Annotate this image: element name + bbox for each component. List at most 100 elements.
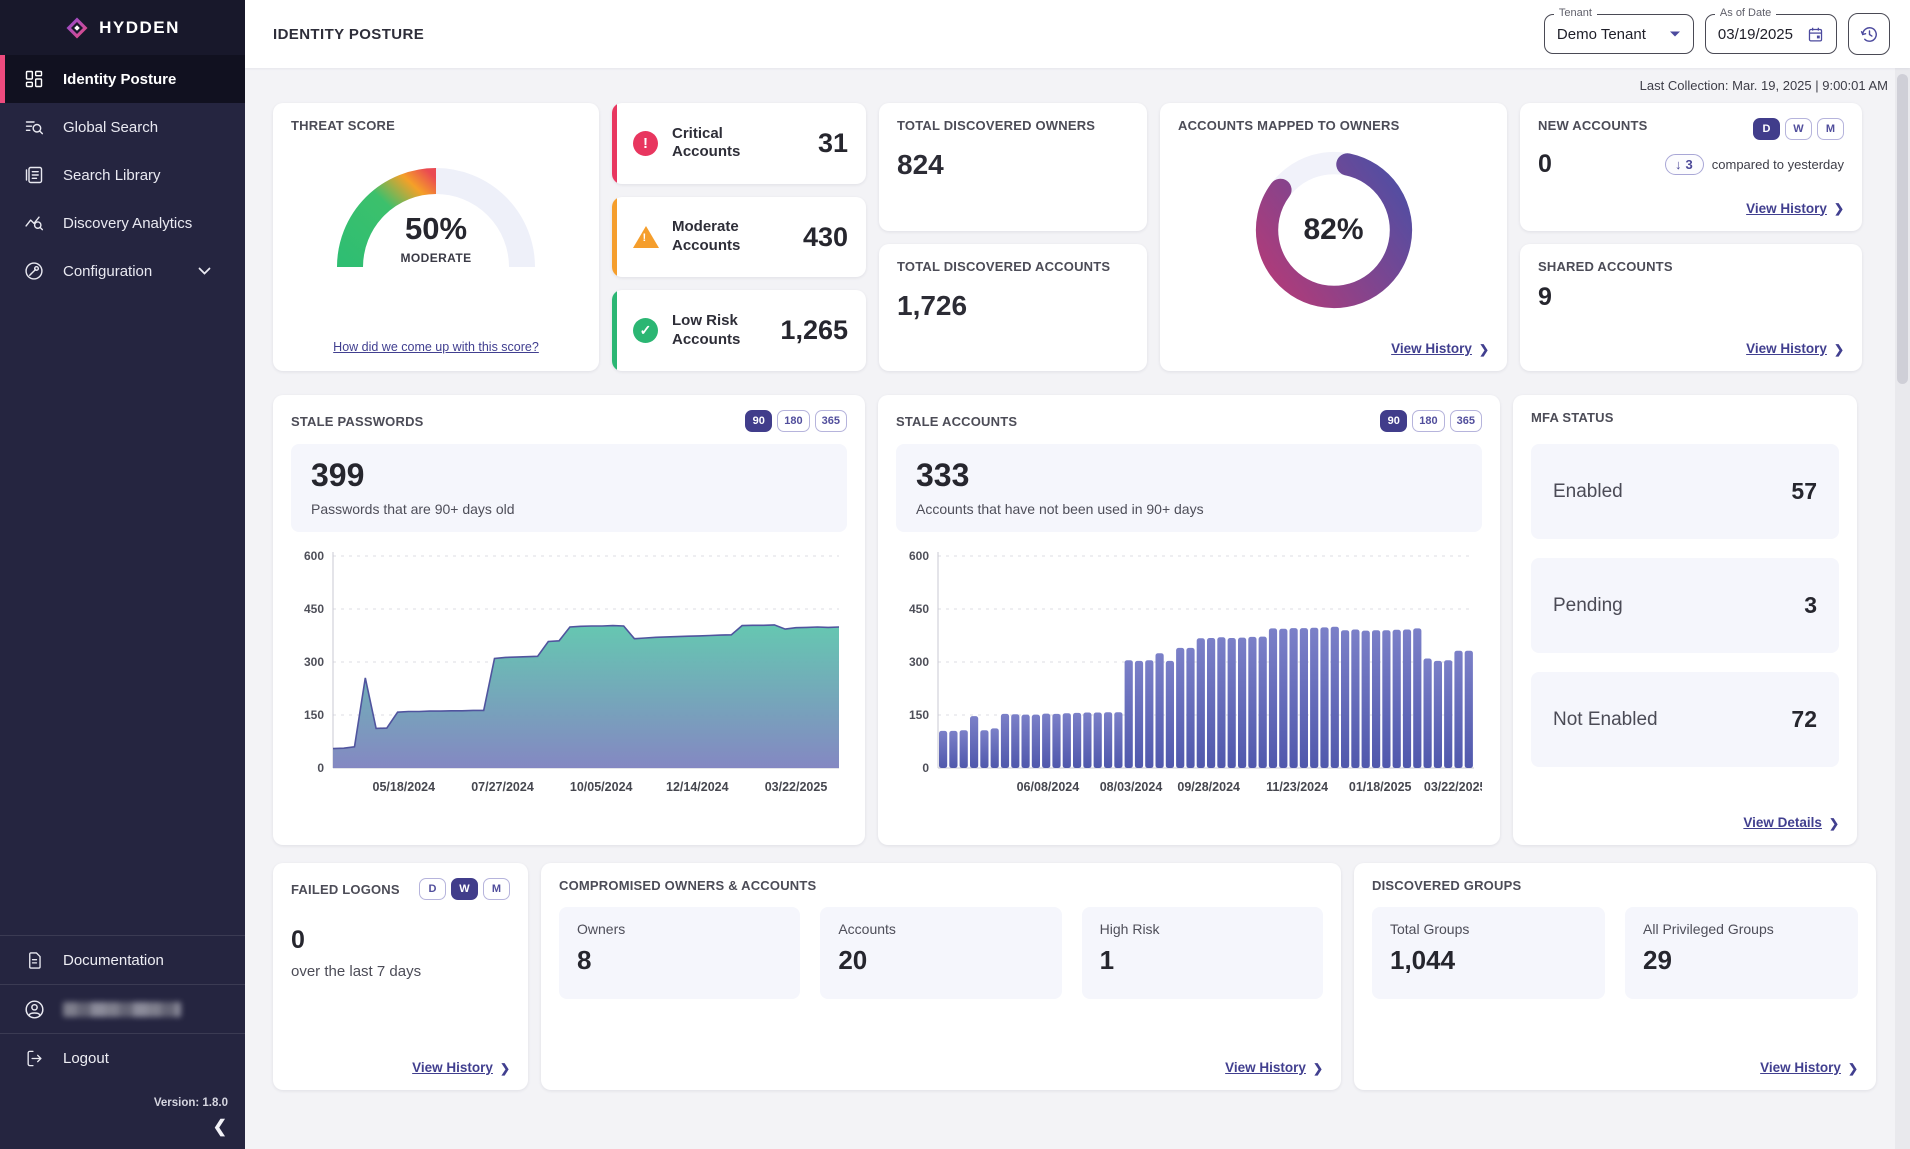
history-button[interactable] [1848, 13, 1890, 55]
stale-accounts-title: STALE ACCOUNTS [896, 414, 1017, 429]
nav-label: Global Search [63, 119, 158, 136]
toggle-180-button[interactable]: 180 [1412, 410, 1444, 432]
sidebar-item-configuration[interactable]: Configuration [0, 247, 245, 295]
toggle-365-button[interactable]: 365 [1450, 410, 1482, 432]
main-area: IDENTITY POSTURE Tenant Demo Tenant As o… [245, 0, 1910, 1149]
svg-text:03/22/2025: 03/22/2025 [1424, 780, 1482, 794]
stale-passwords-subtitle: Passwords that are 90+ days old [311, 501, 827, 517]
toggle-month-button[interactable]: M [483, 878, 510, 900]
page-title: IDENTITY POSTURE [273, 26, 424, 43]
calendar-icon[interactable] [1807, 26, 1824, 43]
toggle-day-button[interactable]: D [419, 878, 446, 900]
total-groups-box: Total Groups 1,044 [1372, 907, 1605, 999]
total-accounts-value: 1,726 [897, 290, 1129, 322]
app-logo: HYDDEN [0, 0, 245, 55]
new-accounts-view-history-link[interactable]: View History ❯ [1746, 201, 1844, 216]
dashboard-icon [23, 68, 45, 90]
app-root: HYDDEN Identity Posture Global Search Se… [0, 0, 1910, 1149]
toggle-week-button[interactable]: W [1785, 118, 1812, 140]
nav-label: Search Library [63, 167, 161, 184]
view-history-label: View History [1225, 1060, 1306, 1075]
failed-logons-title: FAILED LOGONS [291, 882, 400, 897]
dropdown-arrow-icon [1669, 30, 1681, 38]
failed-logons-view-history-link[interactable]: View History ❯ [412, 1060, 510, 1075]
top-bar: IDENTITY POSTURE Tenant Demo Tenant As o… [245, 0, 1910, 68]
groups-view-history-link[interactable]: View History ❯ [1760, 1060, 1858, 1075]
stale-accounts-bar-chart: 015030045060006/08/202408/03/202409/28/2… [896, 544, 1482, 798]
sidebar-item-search-library[interactable]: Search Library [0, 151, 245, 199]
sidebar-item-global-search[interactable]: Global Search [0, 103, 245, 151]
shared-accounts-view-history-link[interactable]: View History ❯ [1746, 341, 1844, 356]
toggle-180-button[interactable]: 180 [777, 410, 809, 432]
discovered-groups-card: DISCOVERED GROUPS Total Groups 1,044 All… [1354, 863, 1876, 1090]
scrollbar-thumb[interactable] [1897, 74, 1908, 384]
stale-passwords-title: STALE PASSWORDS [291, 414, 424, 429]
low-risk-accounts-label: Low Risk Accounts [672, 312, 767, 350]
privileged-groups-label: All Privileged Groups [1643, 921, 1840, 937]
library-icon [23, 164, 45, 186]
toggle-week-button[interactable]: W [451, 878, 478, 900]
moderate-accounts-card: Moderate Accounts 430 [612, 197, 866, 278]
as-of-date-value: 03/19/2025 [1718, 26, 1793, 43]
privileged-groups-box: All Privileged Groups 29 [1625, 907, 1858, 999]
nav-label: Configuration [63, 263, 152, 280]
svg-text:10/05/2024: 10/05/2024 [570, 780, 633, 794]
stale-accounts-value: 333 [916, 457, 1462, 494]
new-accounts-period-toggle: D W M [1753, 118, 1844, 140]
compromised-accounts-box: Accounts 20 [820, 907, 1061, 999]
moderate-accounts-label: Moderate Accounts [672, 218, 790, 256]
accounts-mapped-view-history-link[interactable]: View History ❯ [1391, 341, 1489, 356]
view-history-label: View History [1746, 341, 1827, 356]
compromised-view-history-link[interactable]: View History ❯ [1225, 1060, 1323, 1075]
failed-logons-subtitle: over the last 7 days [291, 963, 510, 980]
critical-accounts-label: Critical Accounts [672, 125, 790, 163]
mfa-status-title: MFA STATUS [1531, 410, 1839, 425]
new-accounts-value: 0 [1538, 150, 1552, 179]
app-title: HYDDEN [99, 18, 180, 38]
toggle-365-button[interactable]: 365 [815, 410, 847, 432]
scrollbar[interactable] [1895, 68, 1910, 1149]
mfa-view-details-link[interactable]: View Details ❯ [1743, 815, 1839, 830]
stale-accounts-summary: 333 Accounts that have not been used in … [896, 444, 1482, 532]
threat-score-explainer-link[interactable]: How did we come up with this score? [291, 340, 581, 356]
toggle-day-button[interactable]: D [1753, 118, 1780, 140]
sidebar-item-documentation[interactable]: Documentation [0, 935, 245, 984]
stale-passwords-value: 399 [311, 457, 827, 494]
svg-text:12/14/2024: 12/14/2024 [666, 780, 729, 794]
new-accounts-card: NEW ACCOUNTS D W M 0 ↓3 compared to [1520, 103, 1862, 231]
svg-text:01/18/2025: 01/18/2025 [1349, 780, 1412, 794]
threat-score-gauge: 50% MODERATE [325, 155, 547, 278]
toggle-month-button[interactable]: M [1817, 118, 1844, 140]
tenant-select[interactable]: Tenant Demo Tenant [1544, 14, 1694, 54]
view-history-label: View History [1746, 201, 1827, 216]
failed-logons-period-toggle: D W M [419, 878, 510, 900]
sidebar: HYDDEN Identity Posture Global Search Se… [0, 0, 245, 1149]
search-lines-icon [23, 116, 45, 138]
toggle-90-button[interactable]: 90 [1380, 410, 1407, 432]
sidebar-item-discovery-analytics[interactable]: Discovery Analytics [0, 199, 245, 247]
mfa-not-enabled-row: Not Enabled 72 [1531, 672, 1839, 767]
failed-logons-value: 0 [291, 926, 510, 955]
sidebar-item-user[interactable] [0, 984, 245, 1033]
accounts-value: 20 [838, 945, 1043, 976]
sidebar-collapse-button[interactable]: ❮ [0, 1115, 245, 1149]
sidebar-item-logout[interactable]: Logout [0, 1033, 245, 1082]
svg-text:300: 300 [909, 655, 929, 669]
shared-accounts-title: SHARED ACCOUNTS [1538, 259, 1844, 274]
total-accounts-title: TOTAL DISCOVERED ACCOUNTS [897, 259, 1129, 274]
mfa-pending-value: 3 [1804, 592, 1817, 619]
documentation-label: Documentation [63, 952, 164, 969]
new-accounts-title: NEW ACCOUNTS [1538, 118, 1648, 133]
toggle-90-button[interactable]: 90 [745, 410, 772, 432]
svg-text:07/27/2024: 07/27/2024 [471, 780, 534, 794]
chevron-down-icon[interactable] [198, 267, 211, 275]
sidebar-item-identity-posture[interactable]: Identity Posture [0, 55, 245, 103]
account-status-column: ! Critical Accounts 31 Moderate Accounts… [612, 103, 866, 371]
high-risk-label: High Risk [1100, 921, 1305, 937]
as-of-date-field[interactable]: As of Date 03/19/2025 [1705, 14, 1837, 54]
view-history-label: View History [1391, 341, 1472, 356]
stale-passwords-days-toggle: 90 180 365 [745, 410, 847, 432]
mfa-pending-label: Pending [1553, 595, 1623, 617]
failed-logons-card: FAILED LOGONS D W M 0 over the last 7 da… [273, 863, 528, 1090]
logout-label: Logout [63, 1050, 109, 1067]
